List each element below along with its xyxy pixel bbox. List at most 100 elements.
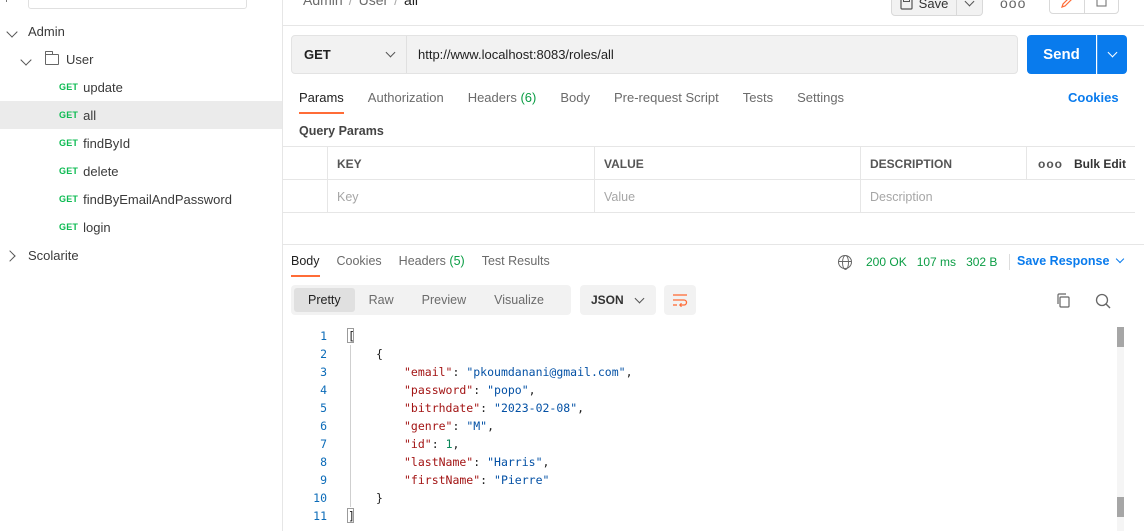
method-badge: GET [59,194,79,204]
bulk-edit-link[interactable]: Bulk Edit [1074,147,1126,180]
line-number: 4 [320,383,327,397]
chevron-down-icon [1107,47,1118,58]
copy-icon[interactable] [1056,293,1070,308]
code-line: 6 "genre": "M", [283,417,1113,435]
tab-label: Tests [742,90,774,105]
tab-pre-request-script[interactable]: Pre-request Script [614,90,719,114]
tab-headers[interactable]: Headers (6) [468,90,537,114]
more-actions-icon[interactable]: ooo [1000,0,1026,11]
docs-mode-button[interactable] [1085,0,1119,13]
json-key: "password" [404,383,474,397]
sidebar-search-input[interactable] [28,0,247,9]
tab-label: Cookies [336,254,382,268]
sidebar-item-label: findById [83,135,131,151]
url-input[interactable] [407,36,1017,73]
json-key: "bitrhdate" [404,401,481,415]
chevron-down-icon [1116,254,1125,264]
line-number: 10 [313,491,327,505]
tab-tests[interactable]: Tests [743,90,773,114]
edit-mode-button[interactable] [1050,0,1085,13]
tab-response-body[interactable]: Body [291,254,320,277]
sidebar-item-label: Admin [28,23,65,39]
format-label: JSON [591,293,624,307]
cookies-link[interactable]: Cookies [1068,90,1119,105]
code-line: 1 [ [283,327,1113,345]
sidebar-item-findbyid[interactable]: GET findById [0,129,282,157]
pencil-icon [1061,0,1072,8]
save-response-button[interactable]: Save Response [1017,254,1125,268]
json-value: "pkoumdanani@gmail.com" [466,365,626,379]
chevron-down-icon [385,47,396,58]
divider [283,244,1144,245]
tab-response-cookies[interactable]: Cookies [337,254,382,277]
view-visualize[interactable]: Visualize [480,288,558,312]
sidebar-item-findbyemailandpassword[interactable]: GET findByEmailAndPassword [0,185,282,213]
chevron-right-icon[interactable] [4,248,18,263]
line-number: 7 [320,437,327,451]
tab-authorization[interactable]: Authorization [368,90,444,114]
response-size[interactable]: 302 B [966,255,997,269]
comment-icon [1096,0,1107,7]
column-header-value: VALUE [594,147,861,180]
breadcrumb-item[interactable]: Admin [303,0,343,8]
sidebar-item-update[interactable]: GET update [0,73,282,101]
method-badge: GET [59,110,79,120]
tab-body[interactable]: Body [560,90,590,114]
tab-settings[interactable]: Settings [797,90,844,114]
tab-params[interactable]: Params [299,90,344,114]
save-label: Save [918,0,949,11]
status-badge[interactable]: 200 OK [866,255,907,269]
sidebar-item-label: all [83,107,97,123]
divider [283,25,1144,26]
breadcrumb: Admin / User / all [303,0,418,8]
code-line: 11 ] [283,507,1113,525]
line-number: 6 [320,419,327,433]
response-body-viewer[interactable]: 1 [ 2 { 3 "email": "pkoumdanani@gmail.co… [283,327,1135,531]
key-field[interactable]: Key [327,180,594,213]
save-response-label: Save Response [1017,254,1110,268]
sidebar-item-all[interactable]: GET all [0,101,282,129]
chevron-down-icon[interactable] [6,24,20,39]
response-time[interactable]: 107 ms [917,255,956,269]
json-value: 1 [445,437,453,451]
vertical-scrollbar[interactable] [1117,327,1124,531]
send-dropdown-button[interactable] [1097,35,1127,74]
json-value: "popo" [487,383,529,397]
method-badge: GET [59,222,79,232]
json-value: "2023-02-08" [494,401,578,415]
json-value: "M" [466,419,488,433]
search-icon[interactable] [1095,293,1111,309]
divider [1009,254,1011,270]
sidebar-item-label: findByEmailAndPassword [83,191,232,207]
view-raw[interactable]: Raw [355,288,408,312]
line-number: 1 [320,329,327,343]
bracket-match-highlight [347,328,354,343]
sidebar-item-admin[interactable]: Admin [0,17,282,45]
chevron-down-icon[interactable] [20,52,34,67]
breadcrumb-item[interactable]: User [359,0,389,8]
format-select[interactable]: JSON [580,285,656,315]
save-dropdown-button[interactable] [957,0,983,16]
description-field[interactable]: Description [860,180,1135,213]
collapse-icon[interactable] [6,0,12,2]
view-pretty[interactable]: Pretty [294,288,355,312]
method-label: GET [304,47,331,62]
globe-icon[interactable] [838,255,852,270]
value-field[interactable]: Value [594,180,861,213]
save-button[interactable]: Save [891,0,957,16]
request-bar: GET [291,35,1018,74]
view-preview[interactable]: Preview [408,288,480,312]
sidebar-item-scolarite[interactable]: Scolarite [0,241,282,269]
sidebar-item-user[interactable]: User [0,45,282,73]
tab-count: (5) [449,254,465,268]
method-badge: GET [59,82,79,92]
method-select[interactable]: GET [292,36,407,73]
sidebar-item-delete[interactable]: GET delete [0,157,282,185]
sidebar-item-login[interactable]: GET login [0,213,282,241]
wrap-lines-button[interactable] [664,285,696,315]
tab-test-results[interactable]: Test Results [482,254,550,277]
more-icon[interactable]: ooo [1038,147,1063,180]
tab-response-headers[interactable]: Headers (5) [399,254,465,277]
send-button[interactable]: Send [1027,35,1096,74]
tab-label: Headers [467,90,521,105]
